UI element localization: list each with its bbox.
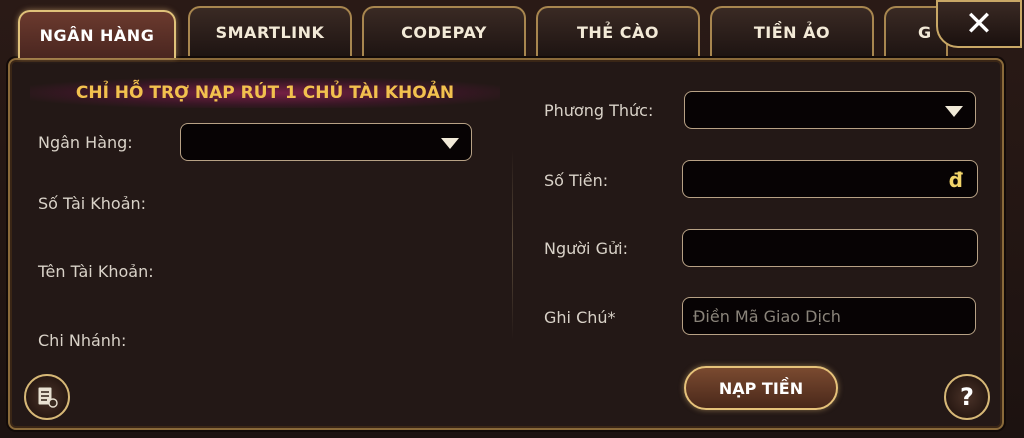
tab-label: TIỀN ẢO [753,22,831,42]
tab-label: CODEPAY [401,22,487,42]
sender-input[interactable] [682,229,978,267]
notice-banner: CHỈ HỖ TRỢ NẠP RÚT 1 CHỦ TÀI KHOẢN [30,78,500,108]
amount-input[interactable]: đ [682,160,978,198]
deposit-dialog: NGÂN HÀNG SMARTLINK CODEPAY THẺ CÀO TIỀN… [0,0,1024,438]
account-number-label: Số Tài Khoản: [38,194,147,213]
deposit-button-label: NẠP TIỀN [718,378,804,398]
tab-smartlink[interactable]: SMARTLINK [188,6,352,56]
help-button[interactable]: ? [944,374,990,420]
account-name-label: Tên Tài Khoản: [38,262,154,281]
deposit-button[interactable]: NẠP TIỀN [684,366,838,410]
history-button[interactable] [24,374,70,420]
tab-crypto[interactable]: TIỀN ẢO [710,6,874,56]
tab-label: NGÂN HÀNG [39,25,155,45]
close-button[interactable]: ✕ [936,0,1022,48]
tab-label: SMARTLINK [215,22,325,42]
bank-select[interactable] [180,123,472,161]
tab-codepay[interactable]: CODEPAY [362,6,526,56]
note-label: Ghi Chú* [544,308,616,327]
tab-bank[interactable]: NGÂN HÀNG [18,10,176,58]
tab-card[interactable]: THẺ CÀO [536,6,700,56]
currency-symbol: đ [948,168,963,192]
bank-label: Ngân Hàng: [38,133,133,152]
amount-label: Số Tiền: [544,171,609,190]
question-icon: ? [960,383,974,411]
sender-label: Người Gửi: [544,239,628,258]
branch-label: Chi Nhánh: [38,331,127,350]
column-divider [512,150,513,340]
tab-label: G [918,22,932,42]
note-input[interactable]: Điền Mã Giao Dịch [682,297,976,335]
tab-label: THẺ CÀO [576,22,660,42]
chevron-down-icon [441,138,459,149]
note-placeholder: Điền Mã Giao Dịch [693,306,841,326]
close-icon: ✕ [964,4,994,44]
chevron-down-icon [945,106,963,117]
history-list-icon [37,386,58,408]
method-select[interactable] [684,91,976,129]
method-label: Phương Thức: [544,101,654,120]
